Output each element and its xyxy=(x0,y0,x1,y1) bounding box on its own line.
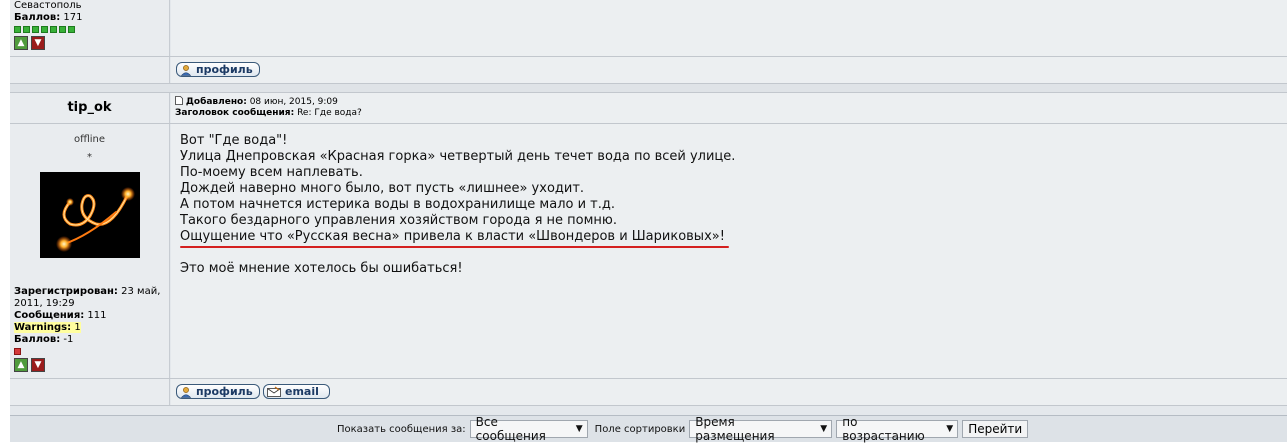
avatar[interactable] xyxy=(40,172,140,258)
post-closing: Это моё мнение хотелось бы ошибаться! xyxy=(180,261,463,276)
point-box xyxy=(68,26,75,33)
user-icon xyxy=(180,386,192,398)
warnings-label: Warnings: xyxy=(14,322,72,333)
prev-points-value: 171 xyxy=(63,12,83,23)
prev-post-actions: профиль xyxy=(10,57,1287,83)
post-author[interactable]: tip_ok xyxy=(10,100,169,115)
prev-points-bar xyxy=(14,26,83,33)
post-header: tip_ok Добавлено: 08 июн, 2015, 9:09 Заг… xyxy=(10,93,1287,123)
point-box xyxy=(23,26,30,33)
thumbs-down-icon[interactable]: ▼ xyxy=(31,358,45,372)
subject-label: Заголовок сообщения: xyxy=(175,108,295,118)
messages-value: 111 xyxy=(87,310,107,321)
post-line: Дождей наверно много было, вот пусть «ли… xyxy=(180,181,585,196)
point-box xyxy=(32,26,39,33)
post-line: Вот "Где вода"! xyxy=(180,133,288,148)
warnings-value[interactable]: 1 xyxy=(74,322,80,333)
post-content: Вот "Где вода"! Улица Днепровская «Красн… xyxy=(171,124,1287,378)
added-value: 08 июн, 2015, 9:09 xyxy=(249,97,338,107)
post-actions: профиль email xyxy=(10,379,1287,405)
show-posts-label: Показать сообщения за: xyxy=(337,423,466,435)
dropdown-arrow-icon: ▼ xyxy=(575,424,583,434)
show-posts-select[interactable]: Все сообщения ▼ xyxy=(469,415,588,443)
point-box xyxy=(41,26,48,33)
post-text: Вот "Где вода"! Улица Днепровская «Красн… xyxy=(180,133,735,277)
profile-button[interactable]: профиль xyxy=(176,384,260,399)
display-options-bar: Показать сообщения за: Все сообщения ▼ По… xyxy=(10,415,1287,443)
go-button[interactable]: Перейти xyxy=(962,420,1029,438)
thumbs-down-icon[interactable]: ▼ xyxy=(31,36,45,50)
thumbs-up-icon[interactable]: ▲ xyxy=(14,36,28,50)
user-status: offline xyxy=(73,134,106,145)
point-box xyxy=(14,26,21,33)
prev-profile-button[interactable]: профиль xyxy=(176,62,260,77)
dropdown-arrow-icon: ▼ xyxy=(946,424,954,434)
point-box xyxy=(59,26,66,33)
prev-vote-buttons: ▲ ▼ xyxy=(14,36,83,50)
prev-post-userinfo: Севастополь Баллов: 171 ▲ ▼ xyxy=(10,0,170,56)
post-icon[interactable] xyxy=(175,96,183,105)
points-value: -1 xyxy=(63,334,74,345)
vote-buttons: ▲ ▼ xyxy=(14,358,166,372)
prev-post-content xyxy=(171,0,1287,56)
point-box xyxy=(14,348,21,355)
points-label: Баллов: xyxy=(14,334,61,345)
post-line: Улица Днепровская «Красная горка» четвер… xyxy=(180,149,736,164)
email-button[interactable]: email xyxy=(263,384,330,399)
sort-order-select[interactable]: по возрастанию ▼ xyxy=(836,415,959,443)
post-line: По-моему всем наплевать. xyxy=(180,165,363,180)
dropdown-arrow-icon: ▼ xyxy=(820,424,828,434)
thumbs-up-icon[interactable]: ▲ xyxy=(14,358,28,372)
user-rank: * xyxy=(87,152,92,163)
added-label: Добавлено: xyxy=(185,97,247,107)
registered-label: Зарегистрирован: xyxy=(14,286,118,297)
post-line: А потом начнется истерика воды в водохра… xyxy=(180,197,615,212)
prev-user-city: Севастополь xyxy=(14,0,82,11)
messages-label: Сообщения: xyxy=(14,310,85,321)
forum-thread: Севастополь Баллов: 171 ▲ ▼ профиль tip_… xyxy=(10,0,1287,443)
point-box xyxy=(50,26,57,33)
prev-points-label: Баллов: xyxy=(14,12,61,23)
user-icon xyxy=(180,64,192,76)
sort-field-select[interactable]: Время размещения ▼ xyxy=(689,415,833,443)
post-line: Такого бездарного управления хозяйством … xyxy=(180,213,618,228)
post-line-highlighted: Ощущение что «Русская весна» привела к в… xyxy=(180,229,729,248)
envelope-icon xyxy=(267,386,281,397)
points-bar xyxy=(14,348,166,355)
sort-field-label: Поле сортировки xyxy=(594,423,686,435)
prev-post-body: Севастополь Баллов: 171 ▲ ▼ xyxy=(10,0,1287,56)
post-body: offline * Зарегистрирован: 23 май, 2011,… xyxy=(10,124,1287,378)
subject-value: Re: Где вода? xyxy=(297,108,362,118)
post-userinfo: offline * Зарегистрирован: 23 май, 2011,… xyxy=(10,124,170,378)
